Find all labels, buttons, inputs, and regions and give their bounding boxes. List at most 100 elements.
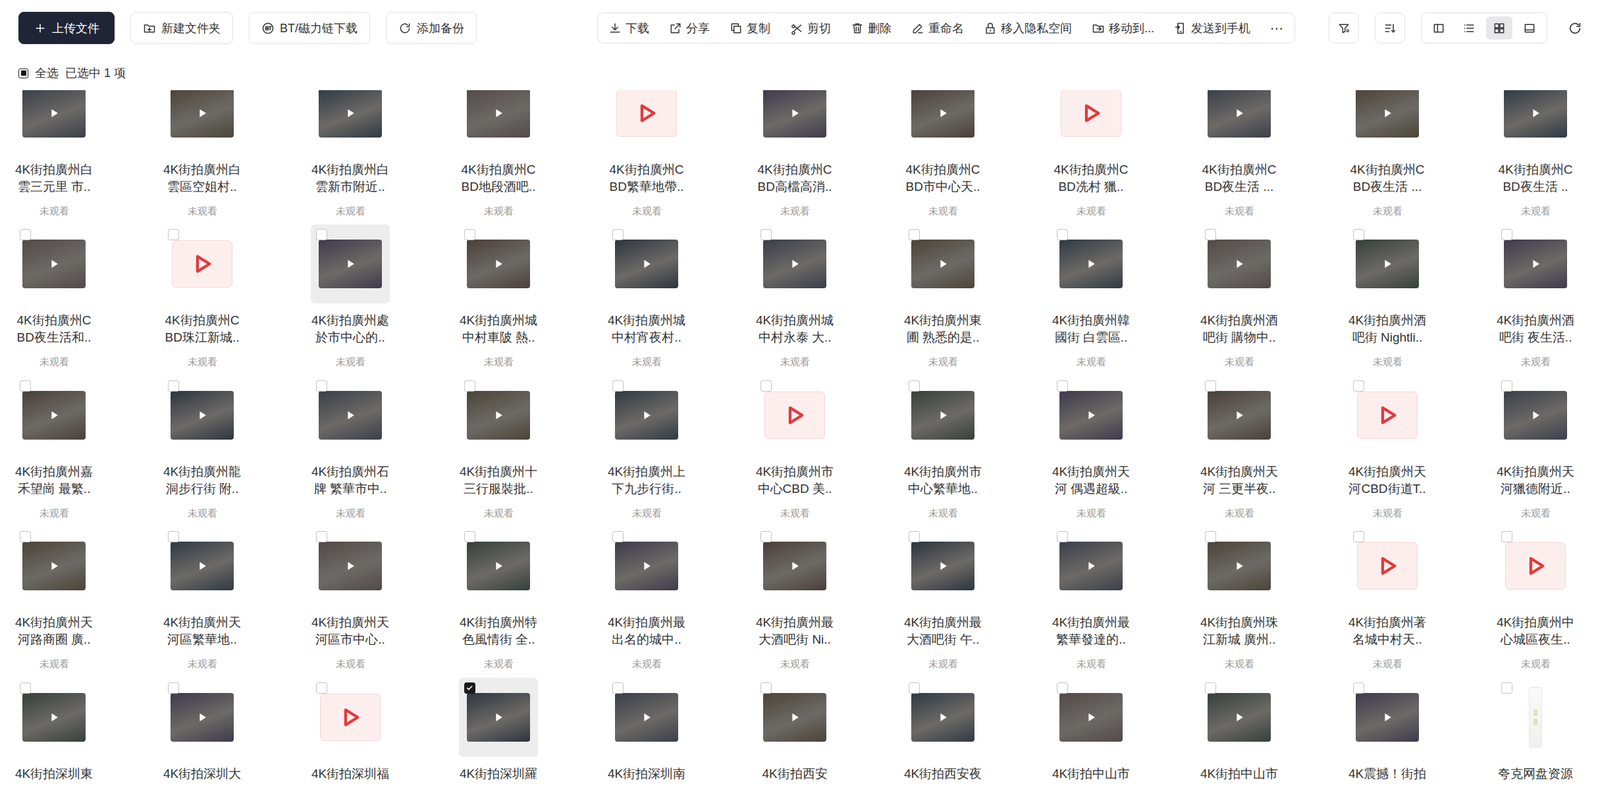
- file-thumbnail-box[interactable]: [458, 224, 538, 304]
- file-checkbox[interactable]: [1353, 531, 1365, 543]
- file-thumbnail-box[interactable]: [14, 90, 94, 153]
- file-checkbox[interactable]: [908, 682, 920, 694]
- file-item[interactable]: 4K街拍廣州CBD市中心天..未观看: [888, 90, 997, 219]
- file-name[interactable]: 4K街拍廣州CBD繁華地帶..: [592, 161, 701, 196]
- file-name[interactable]: 4K街拍廣州白雲三元里 市..: [0, 161, 108, 196]
- file-item[interactable]: 4K街拍廣州CBD夜生活 ...未观看: [1185, 90, 1294, 219]
- action-button[interactable]: 移动到...: [1091, 20, 1155, 37]
- file-item[interactable]: 4K街拍廣州市中心CBD 美..未观看: [740, 375, 849, 521]
- file-item[interactable]: 4K街拍廣州東圃 熟悉的是..未观看: [888, 224, 997, 370]
- file-thumbnail-box[interactable]: [1347, 90, 1427, 153]
- view-mode-button[interactable]: [1425, 16, 1452, 40]
- action-button[interactable]: 剪切: [790, 20, 831, 37]
- file-name[interactable]: 4K街拍廣州天河 偶遇超級..: [1037, 463, 1146, 498]
- file-thumbnail-box[interactable]: [162, 224, 242, 304]
- file-checkbox[interactable]: [1353, 682, 1365, 694]
- file-checkbox[interactable]: [760, 380, 772, 392]
- file-thumbnail-box[interactable]: [1199, 526, 1279, 606]
- file-name[interactable]: 4K街拍廣州最大酒吧街 Ni..: [740, 614, 849, 649]
- file-thumbnail-box[interactable]: [607, 526, 687, 606]
- action-button[interactable]: 复制: [729, 20, 771, 37]
- file-thumbnail-box[interactable]: [458, 90, 538, 153]
- view-mode-button[interactable]: [1455, 16, 1483, 40]
- file-thumbnail-box[interactable]: [310, 678, 390, 758]
- file-checkbox[interactable]: [19, 682, 31, 694]
- file-thumbnail-box[interactable]: [162, 375, 242, 455]
- file-item[interactable]: 4K街拍中山市: [1185, 678, 1294, 783]
- file-name[interactable]: 4K街拍廣州珠江新城 廣州..: [1185, 614, 1294, 649]
- file-name[interactable]: 4K街拍廣州酒吧街 購物中..: [1185, 312, 1294, 347]
- view-mode-button[interactable]: [1486, 16, 1513, 40]
- file-item[interactable]: 4K街拍廣州CBD夜生活 ..未观看: [1481, 90, 1590, 219]
- file-checkbox[interactable]: [464, 531, 476, 543]
- file-item[interactable]: 4K街拍廣州城中村車陂 熱..未观看: [444, 224, 553, 370]
- file-item[interactable]: 4K街拍廣州酒吧街 購物中..未观看: [1185, 224, 1294, 370]
- file-item[interactable]: 4K街拍廣州CBD珠江新城..未观看: [148, 224, 257, 370]
- file-thumbnail-box[interactable]: [903, 375, 983, 455]
- file-checkbox[interactable]: [1056, 531, 1068, 543]
- file-name[interactable]: 4K街拍廣州最繁華發達的..: [1037, 614, 1146, 649]
- file-checkbox[interactable]: [316, 229, 328, 241]
- file-checkbox[interactable]: [908, 380, 920, 392]
- file-checkbox[interactable]: [316, 531, 328, 543]
- action-button[interactable]: 发送到手机: [1173, 20, 1251, 37]
- file-thumbnail-box[interactable]: [1347, 678, 1427, 758]
- file-name[interactable]: 4K街拍廣州CBD高檔高消..: [740, 161, 849, 196]
- file-thumbnail-box[interactable]: [14, 375, 94, 455]
- upload-button[interactable]: 上传文件: [18, 11, 115, 45]
- action-button[interactable]: 移入隐私空间: [983, 20, 1072, 37]
- file-item[interactable]: 4K街拍廣州天河CBD街道T..未观看: [1333, 375, 1442, 521]
- file-checkbox[interactable]: [1204, 682, 1217, 694]
- file-item[interactable]: 4K街拍廣州市中心繁華地..未观看: [888, 375, 997, 521]
- file-name[interactable]: 4K街拍廣州東圃 熟悉的是..: [888, 312, 997, 347]
- file-name[interactable]: 4K街拍廣州天河區市中心..: [296, 614, 405, 649]
- file-item[interactable]: 4K街拍廣州處於市中心的..未观看: [296, 224, 405, 370]
- file-thumbnail-box[interactable]: [1199, 224, 1279, 304]
- file-name[interactable]: 4K街拍廣州CBD夜生活和..: [0, 312, 108, 347]
- file-checkbox[interactable]: [1056, 682, 1068, 694]
- file-name[interactable]: 4K街拍廣州韓國街 白雲區..: [1037, 312, 1146, 347]
- file-thumbnail-box[interactable]: [607, 375, 687, 455]
- file-name[interactable]: 4K街拍廣州中心城區夜生..: [1481, 614, 1590, 649]
- file-item[interactable]: 4K街拍廣州特色風情街 全..未观看: [444, 526, 553, 672]
- file-checkbox[interactable]: [1501, 380, 1513, 392]
- file-thumbnail-box[interactable]: [755, 224, 835, 304]
- file-checkbox[interactable]: [1204, 229, 1217, 241]
- file-name[interactable]: 4K街拍廣州酒吧街 夜生活..: [1481, 312, 1590, 347]
- file-checkbox[interactable]: [167, 380, 180, 392]
- file-item[interactable]: 4K街拍廣州CBD冼村 獵..未观看: [1037, 90, 1146, 219]
- file-thumbnail-box[interactable]: [607, 224, 687, 304]
- file-name[interactable]: 4K街拍廣州最大酒吧街 午..: [888, 614, 997, 649]
- file-item[interactable]: 4K街拍廣州酒吧街 Nightli..未观看: [1333, 224, 1442, 370]
- file-name[interactable]: 4K街拍廣州城中村車陂 熱..: [444, 312, 553, 347]
- file-item[interactable]: 4K街拍西安: [740, 678, 849, 783]
- file-checkbox[interactable]: [316, 682, 328, 694]
- file-item[interactable]: 4K街拍深圳大: [148, 678, 257, 783]
- file-item[interactable]: 4K街拍廣州白雲三元里 市..未观看: [0, 90, 108, 219]
- file-name[interactable]: 4K街拍深圳羅: [444, 765, 553, 783]
- file-checkbox[interactable]: [760, 531, 772, 543]
- file-thumbnail-box[interactable]: [458, 526, 538, 606]
- file-name[interactable]: 4K街拍廣州CBD冼村 獵..: [1037, 161, 1146, 196]
- file-thumbnail-box[interactable]: [310, 375, 390, 455]
- file-checkbox[interactable]: [167, 229, 180, 241]
- select-all-checkbox[interactable]: [18, 68, 29, 79]
- action-button[interactable]: 重命名: [911, 20, 964, 37]
- file-thumbnail-box[interactable]: [755, 678, 835, 758]
- file-item[interactable]: 4K街拍廣州著名城中村天..未观看: [1333, 526, 1442, 672]
- file-item[interactable]: 4K街拍廣州中心城區夜生..未观看: [1481, 526, 1590, 672]
- file-name[interactable]: 4K街拍廣州處於市中心的..: [296, 312, 405, 347]
- file-name[interactable]: 4K街拍廣州龍洞步行街 附..: [148, 463, 257, 498]
- file-thumbnail-box[interactable]: [755, 90, 835, 153]
- file-name[interactable]: 4K街拍廣州最出名的城中..: [592, 614, 701, 649]
- file-name[interactable]: 4K街拍廣州CBD珠江新城..: [148, 312, 257, 347]
- file-checkbox[interactable]: [19, 380, 31, 392]
- file-name[interactable]: 4K街拍廣州CBD市中心天..: [888, 161, 997, 196]
- file-thumbnail-box[interactable]: [755, 526, 835, 606]
- file-checkbox[interactable]: [1056, 229, 1068, 241]
- file-item[interactable]: 4K街拍廣州天河區市中心..未观看: [296, 526, 405, 672]
- file-checkbox[interactable]: [167, 531, 180, 543]
- file-name[interactable]: 4K街拍中山市: [1185, 765, 1294, 783]
- file-name[interactable]: 4K街拍廣州市中心繁華地..: [888, 463, 997, 498]
- file-name[interactable]: 4K街拍中山市: [1037, 765, 1146, 783]
